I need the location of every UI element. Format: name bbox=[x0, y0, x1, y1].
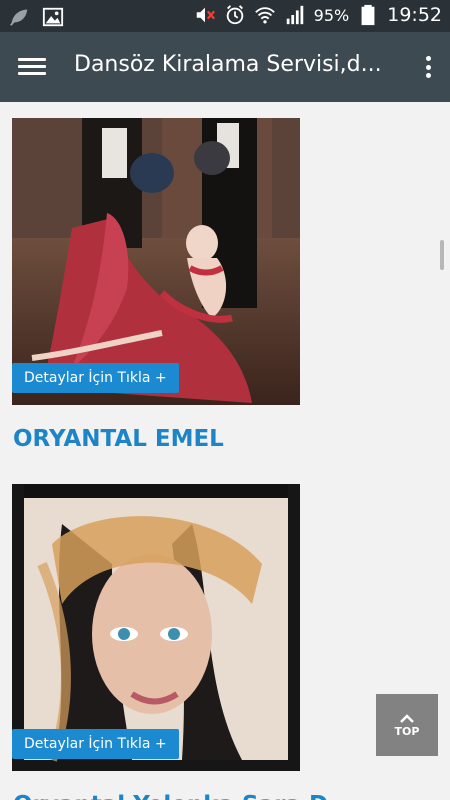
details-button[interactable]: Detaylar İçin Tıkla + bbox=[12, 729, 179, 759]
back-to-top-button[interactable]: TOP bbox=[376, 694, 438, 756]
card-title[interactable]: ORYANTAL EMEL bbox=[13, 426, 224, 452]
wifi-icon bbox=[254, 7, 275, 24]
more-options-icon[interactable] bbox=[420, 52, 436, 82]
signal-icon bbox=[286, 5, 303, 25]
list-item[interactable]: Detaylar İçin Tıkla + bbox=[12, 118, 300, 405]
clock: 19:52 bbox=[387, 4, 442, 26]
leaf-notification-icon bbox=[10, 9, 28, 26]
card-title[interactable]: Oryantal Yelenka Sara D... bbox=[13, 792, 354, 800]
photo-illustration bbox=[12, 484, 300, 771]
dancer-photo[interactable]: Detaylar İçin Tıkla + bbox=[12, 484, 300, 771]
scrollbar[interactable] bbox=[440, 240, 444, 270]
mute-icon bbox=[196, 7, 215, 23]
back-to-top-label: TOP bbox=[394, 724, 420, 738]
app-bar: Dansöz Kiralama Servisi,d... bbox=[0, 32, 450, 102]
battery-icon bbox=[361, 4, 375, 26]
chevron-up-icon bbox=[400, 713, 414, 723]
details-button[interactable]: Detaylar İçin Tıkla + bbox=[12, 363, 179, 393]
photo-illustration bbox=[12, 118, 300, 405]
page-title: Dansöz Kiralama Servisi,d... bbox=[74, 52, 382, 77]
battery-percent: 95% bbox=[313, 5, 350, 25]
status-bar: 95% 19:52 bbox=[0, 0, 450, 32]
menu-icon[interactable] bbox=[18, 54, 46, 80]
alarm-icon bbox=[226, 5, 243, 25]
image-notification-icon bbox=[42, 7, 64, 27]
dancer-photo[interactable]: Detaylar İçin Tıkla + bbox=[12, 118, 300, 405]
list-item[interactable]: Detaylar İçin Tıkla + bbox=[12, 484, 300, 771]
